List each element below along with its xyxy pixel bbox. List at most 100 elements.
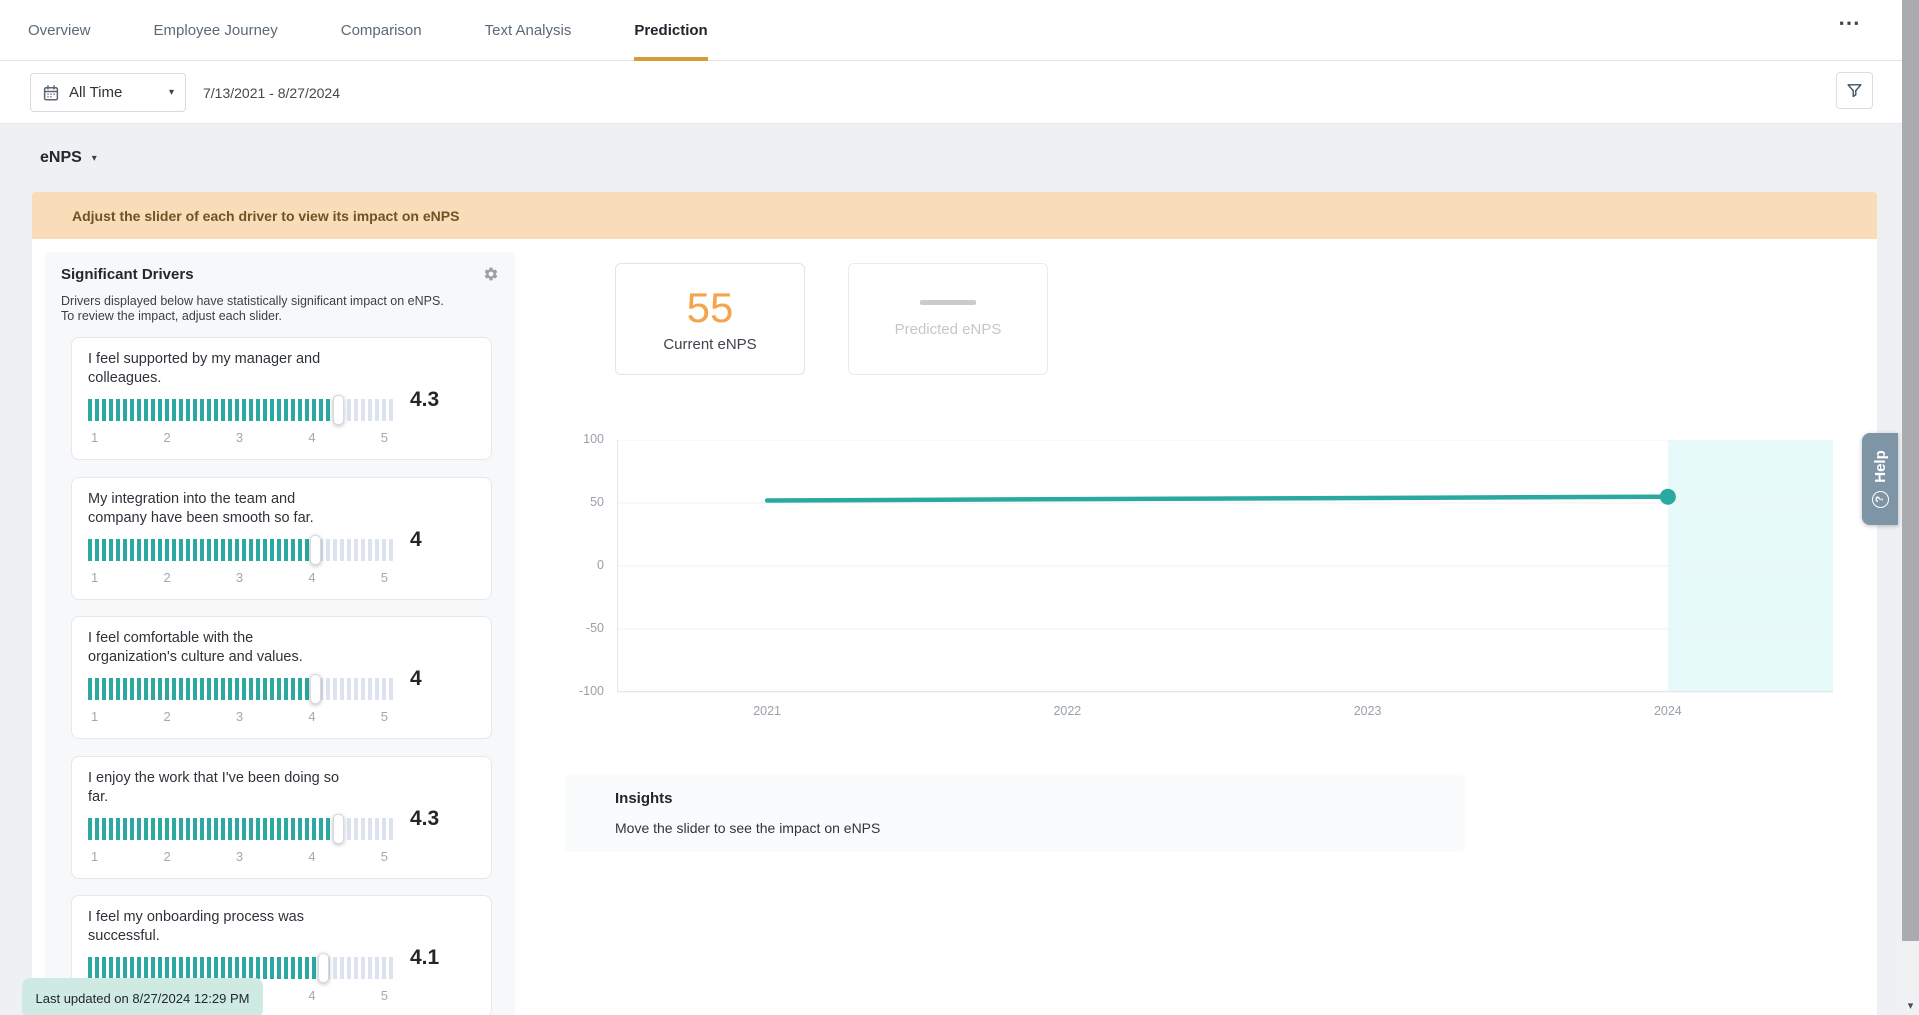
- slider-tick: [200, 539, 204, 561]
- slider-tick: [137, 539, 141, 561]
- filter-button[interactable]: [1836, 72, 1873, 109]
- slider-ticks: [88, 399, 393, 421]
- slider-tick: [354, 539, 358, 561]
- slider-tick: [130, 678, 134, 700]
- slider-tick: [193, 957, 197, 979]
- slider-tick: [95, 678, 99, 700]
- scale-label: 5: [381, 849, 388, 864]
- driver-slider[interactable]: [88, 395, 391, 425]
- slider-tick: [95, 399, 99, 421]
- help-tab[interactable]: ? Help: [1862, 433, 1898, 525]
- top-tab-bar: Overview Employee Journey Comparison Text A…: [0, 0, 1919, 61]
- slider-tick: [354, 957, 358, 979]
- slider-tick: [186, 818, 190, 840]
- insights-title: Insights: [615, 790, 1415, 807]
- slider-tick: [235, 818, 239, 840]
- slider-ticks: [88, 678, 393, 700]
- tab-comparison[interactable]: Comparison: [341, 0, 422, 60]
- slider-tick: [137, 957, 141, 979]
- enps-end-marker: [1660, 489, 1676, 505]
- slider-tick: [249, 539, 253, 561]
- slider-tick: [242, 399, 246, 421]
- slider-tick: [116, 678, 120, 700]
- slider-tick: [179, 957, 183, 979]
- tab-text-analysis[interactable]: Text Analysis: [485, 0, 572, 60]
- slider-tick: [144, 539, 148, 561]
- slider-tick: [256, 539, 260, 561]
- slider-tick: [116, 957, 120, 979]
- slider-handle[interactable]: [318, 953, 329, 983]
- x-axis-tick-label: 2021: [753, 704, 781, 718]
- slider-tick: [284, 539, 288, 561]
- scrollbar-thumb[interactable]: [1902, 0, 1919, 941]
- slider-tick: [368, 818, 372, 840]
- slider-tick: [326, 818, 330, 840]
- slider-tick: [305, 399, 309, 421]
- slider-tick: [298, 818, 302, 840]
- slider-tick: [221, 399, 225, 421]
- slider-tick: [277, 818, 281, 840]
- y-axis-tick-label: 100: [532, 432, 604, 446]
- slider-tick: [179, 539, 183, 561]
- x-axis-tick-label: 2023: [1354, 704, 1382, 718]
- driver-value: 4.1: [410, 946, 439, 970]
- slider-tick: [354, 678, 358, 700]
- page-scrollbar: ▾: [1902, 0, 1919, 1015]
- slider-tick: [249, 678, 253, 700]
- slider-handle[interactable]: [310, 535, 321, 565]
- scroll-down-arrow[interactable]: ▾: [1902, 999, 1919, 1012]
- y-axis-tick-label: -100: [532, 684, 604, 698]
- slider-tick: [207, 957, 211, 979]
- current-enps-label: Current eNPS: [663, 336, 756, 353]
- tab-employee-journey[interactable]: Employee Journey: [154, 0, 278, 60]
- slider-tick: [158, 539, 162, 561]
- slider-tick: [312, 399, 316, 421]
- slider-tick: [298, 539, 302, 561]
- slider-tick: [186, 539, 190, 561]
- slider-tick: [158, 957, 162, 979]
- enps-line: [767, 497, 1668, 501]
- slider-tick: [389, 957, 393, 979]
- slider-handle[interactable]: [333, 814, 344, 844]
- scale-label: 1: [91, 849, 98, 864]
- slider-tick: [165, 539, 169, 561]
- slider-tick: [214, 957, 218, 979]
- slider-tick: [305, 678, 309, 700]
- slider-handle[interactable]: [310, 674, 321, 704]
- predicted-enps-placeholder-dash: [920, 300, 976, 305]
- slider-tick: [214, 539, 218, 561]
- slider-tick: [291, 957, 295, 979]
- scale-label: 5: [381, 430, 388, 445]
- driver-slider[interactable]: [88, 814, 391, 844]
- slider-tick: [102, 678, 106, 700]
- slider-tick: [375, 539, 379, 561]
- slider-tick: [389, 539, 393, 561]
- slider-tick: [221, 678, 225, 700]
- metric-selector[interactable]: eNPS ▾: [40, 149, 97, 167]
- driver-slider[interactable]: [88, 535, 391, 565]
- slider-tick: [326, 399, 330, 421]
- scale-label: 2: [163, 430, 170, 445]
- settings-gear-icon[interactable]: [483, 266, 499, 287]
- slider-tick: [186, 399, 190, 421]
- scale-label: 4: [308, 988, 315, 1003]
- slider-tick: [228, 678, 232, 700]
- tab-prediction[interactable]: Prediction: [634, 0, 707, 60]
- slider-handle[interactable]: [333, 395, 344, 425]
- tab-overview[interactable]: Overview: [28, 0, 91, 60]
- insights-section: Insights Move the slider to see the impa…: [565, 775, 1465, 852]
- tab-bar: Overview Employee Journey Comparison Text A…: [28, 0, 1919, 60]
- slider-tick: [102, 818, 106, 840]
- drivers-panel-description: Drivers displayed below have statistical…: [45, 287, 515, 324]
- slider-tick: [382, 818, 386, 840]
- slider-tick: [333, 678, 337, 700]
- slider-tick: [249, 818, 253, 840]
- slider-tick: [207, 678, 211, 700]
- slider-tick: [256, 678, 260, 700]
- scale-label: 5: [381, 570, 388, 585]
- driver-slider[interactable]: [88, 674, 391, 704]
- funnel-icon: [1846, 82, 1863, 99]
- slider-tick: [340, 539, 344, 561]
- time-range-select[interactable]: All Time ▾: [30, 73, 186, 112]
- more-menu-button[interactable]: ⋯: [1838, 12, 1861, 34]
